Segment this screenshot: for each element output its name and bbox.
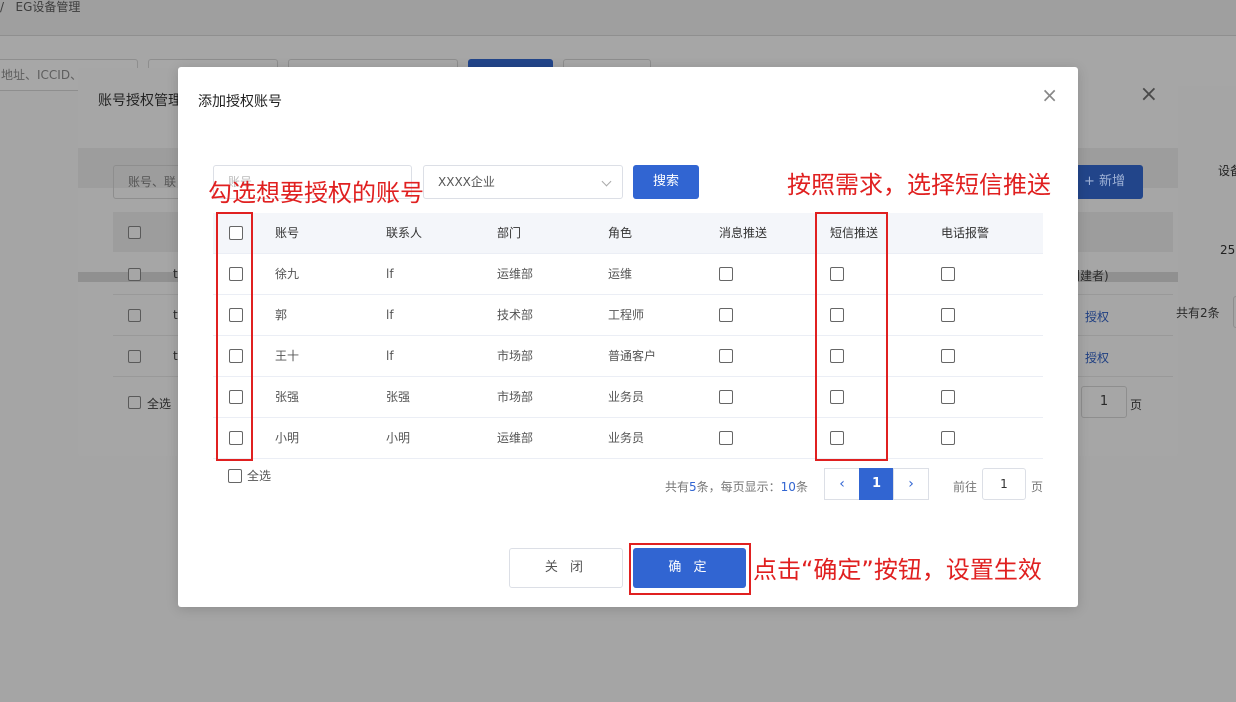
confirm-button-highlight	[629, 543, 751, 595]
table-row: 小明 小明 运维部 业务员	[213, 418, 1043, 459]
cell-dept: 运维部	[497, 267, 534, 281]
goto-page-input[interactable]: 1	[982, 468, 1026, 500]
page-unit: 页	[1130, 398, 1143, 412]
column-header-dept: 部门	[497, 226, 522, 240]
cell-account: 徐九	[275, 267, 300, 281]
total-prefix: 共有	[665, 480, 690, 494]
cell-role: 业务员	[608, 431, 645, 445]
cell-contact: 张强	[386, 390, 411, 404]
auth-dialog-title: 账号授权管理	[98, 93, 182, 109]
message-push-checkbox[interactable]	[719, 267, 733, 281]
cell-contact: lf	[386, 267, 394, 281]
cell-account: 王十	[275, 349, 300, 363]
table-row: 徐九 lf 运维部 运维	[213, 254, 1043, 295]
phone-alarm-checkbox[interactable]	[941, 267, 955, 281]
select-all-label: 全选	[147, 397, 172, 411]
table-row: 王十 lf 市场部 普通客户	[213, 336, 1043, 377]
row-cell: t	[173, 308, 178, 322]
cell-account: 小明	[275, 431, 300, 445]
row-auth-link[interactable]: 授权	[1085, 349, 1109, 366]
account-table: 账号 联系人 部门 角色 消息推送 短信推送 电话报警 徐九 lf 运维部 运维…	[213, 213, 1043, 459]
bg-total-count: 共有2条	[1176, 306, 1220, 320]
header-checkbox[interactable]	[128, 226, 141, 239]
message-push-checkbox[interactable]	[719, 390, 733, 404]
enterprise-select-value: XXXX企业	[438, 175, 495, 189]
goto-page-input[interactable]: 1	[1081, 386, 1127, 418]
table-row: 郭 lf 技术部 工程师	[213, 295, 1043, 336]
top-bar: / EG设备管理	[0, 0, 1236, 36]
checkbox-hint-text: 勾选想要授权的账号	[208, 179, 424, 207]
total-count: 5	[689, 480, 697, 494]
cell-account: 张强	[275, 390, 300, 404]
total-suffix: 条，每页显示：	[696, 480, 781, 494]
cell-dept: 市场部	[497, 390, 534, 404]
row-checkbox[interactable]	[128, 350, 141, 363]
phone-alarm-checkbox[interactable]	[941, 431, 955, 445]
row-checkbox[interactable]	[128, 268, 141, 281]
prev-page-button[interactable]: ‹	[824, 468, 860, 500]
enterprise-select[interactable]: XXXX企业	[423, 165, 623, 199]
phone-alarm-checkbox[interactable]	[941, 390, 955, 404]
select-all-checkbox[interactable]	[228, 469, 242, 483]
row-checkbox[interactable]	[128, 309, 141, 322]
cell-role: 工程师	[608, 308, 645, 322]
cell-dept: 运维部	[497, 431, 534, 445]
confirm-hint-text: 点击“确定”按钮，设置生效	[753, 556, 1042, 584]
pagination-info: 共有5条，每页显示：10条	[665, 478, 808, 495]
phone-alarm-checkbox[interactable]	[941, 308, 955, 322]
column-header-role: 角色	[608, 226, 633, 240]
close-icon[interactable]: ×	[1041, 85, 1058, 105]
row-cell: t	[173, 349, 178, 363]
chevron-down-icon	[601, 176, 612, 187]
row-auth-link[interactable]: 授权	[1085, 308, 1109, 325]
per-page-count: 10	[780, 480, 796, 494]
table-header-row: 账号 联系人 部门 角色 消息推送 短信推送 电话报警	[213, 213, 1043, 254]
message-push-checkbox[interactable]	[719, 349, 733, 363]
cell-dept: 市场部	[497, 349, 534, 363]
cell-contact: 小明	[386, 431, 411, 445]
cell-role: 业务员	[608, 390, 645, 404]
column-header-message-push: 消息推送	[719, 226, 768, 240]
column-header-phone-alarm: 电话报警	[941, 226, 990, 240]
close-icon[interactable]: ×	[1140, 84, 1158, 106]
search-button[interactable]: 搜索	[633, 165, 699, 199]
next-page-button[interactable]: ›	[893, 468, 929, 500]
column-header-account: 账号	[275, 226, 300, 240]
cell-role: 运维	[608, 267, 633, 281]
goto-unit: 页	[1031, 480, 1044, 494]
breadcrumb-current[interactable]: EG设备管理	[16, 0, 81, 14]
bg-column-header: 设备	[1218, 164, 1236, 178]
breadcrumb: / EG设备管理	[0, 0, 80, 14]
cell-contact: lf	[386, 308, 394, 322]
select-all-checkbox[interactable]	[128, 396, 141, 409]
cell-account: 郭	[275, 308, 288, 322]
goto-label: 前往	[953, 480, 978, 494]
message-push-checkbox[interactable]	[719, 308, 733, 322]
dialog-title: 添加授权账号	[198, 94, 282, 110]
checkbox-column-highlight	[216, 212, 253, 461]
phone-alarm-checkbox[interactable]	[941, 349, 955, 363]
breadcrumb-separator: /	[0, 0, 5, 14]
current-page[interactable]: 1	[859, 468, 894, 500]
bg-cell-value: 256	[1220, 243, 1236, 257]
cell-dept: 技术部	[497, 308, 534, 322]
sms-column-highlight	[815, 212, 888, 461]
select-all-label: 全选	[247, 469, 272, 483]
message-push-checkbox[interactable]	[719, 431, 733, 445]
cell-contact: lf	[386, 349, 394, 363]
table-row: 张强 张强 市场部 业务员	[213, 377, 1043, 418]
column-header-contact: 联系人	[386, 226, 423, 240]
cell-role: 普通客户	[608, 349, 657, 363]
sms-hint-text: 按照需求，选择短信推送	[787, 171, 1051, 199]
per-page-suffix: 条	[795, 480, 808, 494]
row-cell: t	[173, 267, 178, 281]
close-button[interactable]: 关 闭	[509, 548, 623, 588]
add-auth-account-dialog: 添加授权账号 × 账号 XXXX企业 搜索 账号 联系人 部门 角色 消息推送 …	[178, 67, 1078, 607]
